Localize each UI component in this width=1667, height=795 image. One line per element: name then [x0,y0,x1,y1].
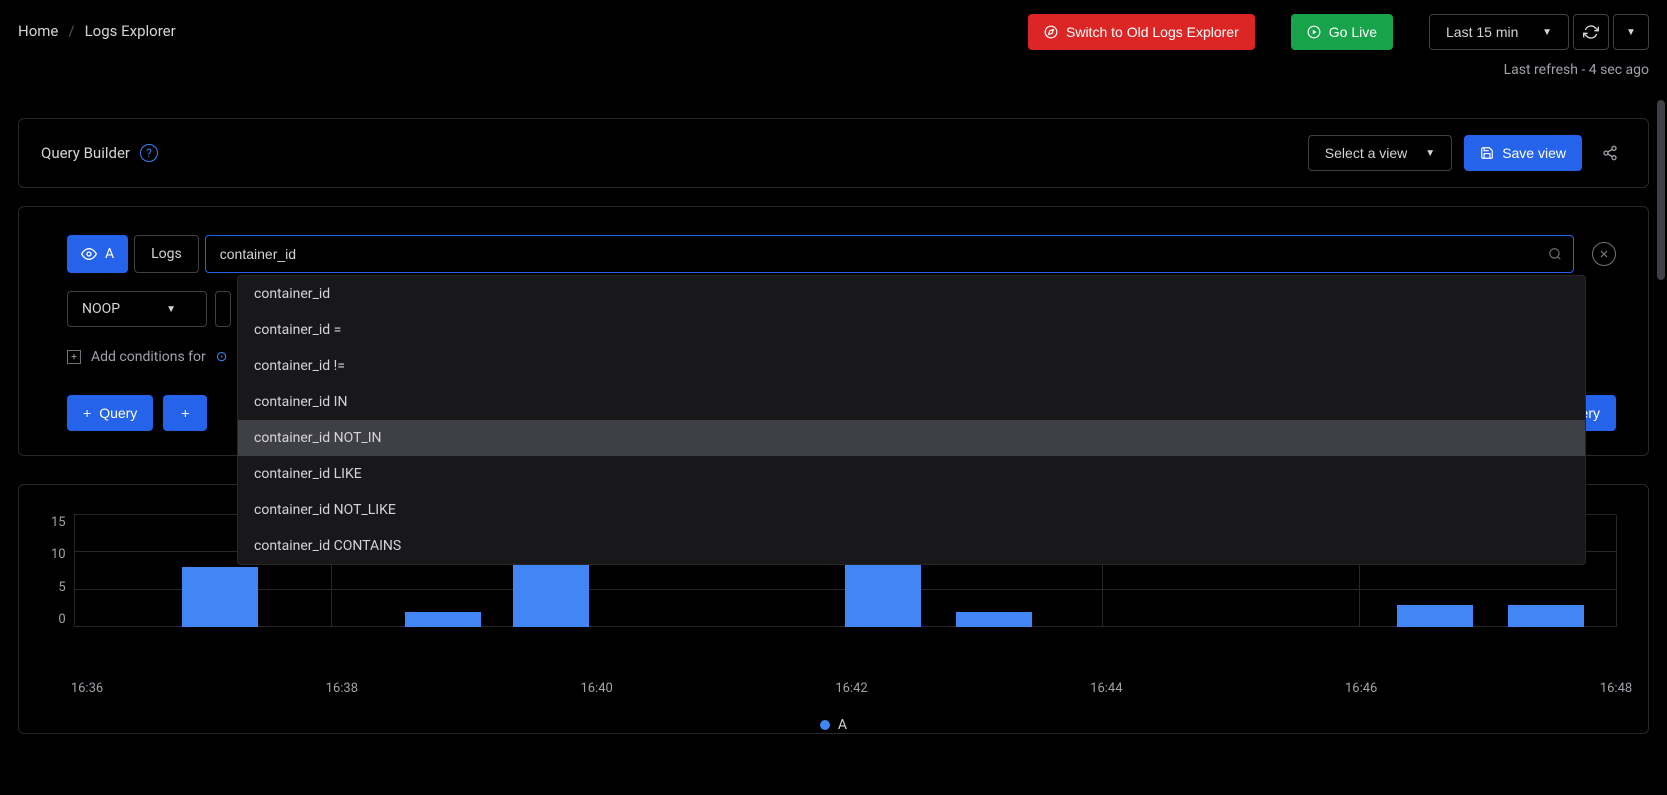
clear-query-button[interactable] [1592,242,1616,266]
search-icon [1548,247,1562,261]
add-query-label: Query [99,405,137,421]
autocomplete-item[interactable]: container_id != [238,348,1585,384]
x-axis: 16:3616:3816:4016:4216:4416:4616:48 [87,681,1616,705]
switch-old-label: Switch to Old Logs Explorer [1066,24,1239,40]
chevron-down-icon: ▼ [1425,148,1435,159]
autocomplete-item[interactable]: container_id CONTAINS [238,528,1585,564]
breadcrumb-separator: / [68,22,74,40]
empty-field[interactable] [215,291,231,327]
chart-bar [1397,605,1473,627]
help-icon[interactable]: ? [140,144,158,162]
breadcrumb-home[interactable]: Home [18,22,58,40]
autocomplete-item[interactable]: container_id = [238,312,1585,348]
plus-icon: + [181,405,189,421]
add-formula-button[interactable]: + [163,395,207,431]
save-view-button[interactable]: Save view [1464,135,1582,171]
eye-icon [81,246,97,262]
select-view-dropdown[interactable]: Select a view ▼ [1308,135,1452,171]
refresh-icon [1583,24,1599,40]
go-live-label: Go Live [1329,24,1377,40]
autocomplete-item[interactable]: container_id NOT_IN [238,420,1585,456]
query-toggle-button[interactable]: A [67,235,128,273]
logs-source-pill[interactable]: Logs [134,235,199,273]
plus-icon: + [83,405,91,421]
autocomplete-item[interactable]: container_id LIKE [238,456,1585,492]
time-range-label: Last 15 min [1446,24,1518,40]
share-button[interactable] [1594,137,1626,169]
autocomplete-item[interactable]: container_id NOT_LIKE [238,492,1585,528]
aggregation-label: NOOP [82,301,120,317]
add-conditions-label: Add conditions for [91,349,206,365]
query-builder-title: Query Builder [41,144,130,162]
autocomplete-item[interactable]: container_id [238,276,1585,312]
chevron-down-icon: ▼ [166,304,176,315]
add-conditions-link: ⊙ [216,349,228,365]
save-view-label: Save view [1502,145,1566,161]
refresh-button[interactable] [1573,14,1609,50]
autocomplete-dropdown: container_idcontainer_id =container_id !… [237,275,1586,565]
aggregation-select[interactable]: NOOP ▼ [67,291,207,327]
scrollbar[interactable] [1657,100,1665,280]
query-search-input[interactable] [205,235,1574,273]
breadcrumb-current[interactable]: Logs Explorer [85,22,176,40]
autocomplete-item[interactable]: container_id IN [238,384,1585,420]
select-view-label: Select a view [1325,145,1407,161]
chart-bar [1508,605,1584,627]
switch-old-explorer-button[interactable]: Switch to Old Logs Explorer [1028,14,1255,50]
refresh-dropdown-button[interactable]: ▼ [1613,14,1649,50]
go-live-button[interactable]: Go Live [1291,14,1393,50]
last-refresh-text: Last refresh - 4 sec ago [1504,62,1649,78]
play-icon [1307,25,1321,39]
chevron-down-icon: ▼ [1626,27,1636,38]
compass-icon [1044,25,1058,39]
legend-color-dot [820,720,830,730]
query-letter-label: A [105,246,114,262]
plus-icon: + [67,350,81,364]
time-range-select[interactable]: Last 15 min ▼ [1429,14,1569,50]
breadcrumb: Home / Logs Explorer [18,14,176,40]
chevron-down-icon: ▼ [1542,27,1552,38]
legend-label: A [838,717,847,733]
add-query-button[interactable]: + Query [67,395,153,431]
y-axis: 151050 [51,515,74,627]
close-icon [1598,248,1610,260]
save-icon [1480,146,1494,160]
share-icon [1602,145,1618,161]
chart-legend: A [51,717,1616,733]
chart-bar [956,612,1032,627]
chart-bar [405,612,481,627]
chart-bar [182,567,258,627]
